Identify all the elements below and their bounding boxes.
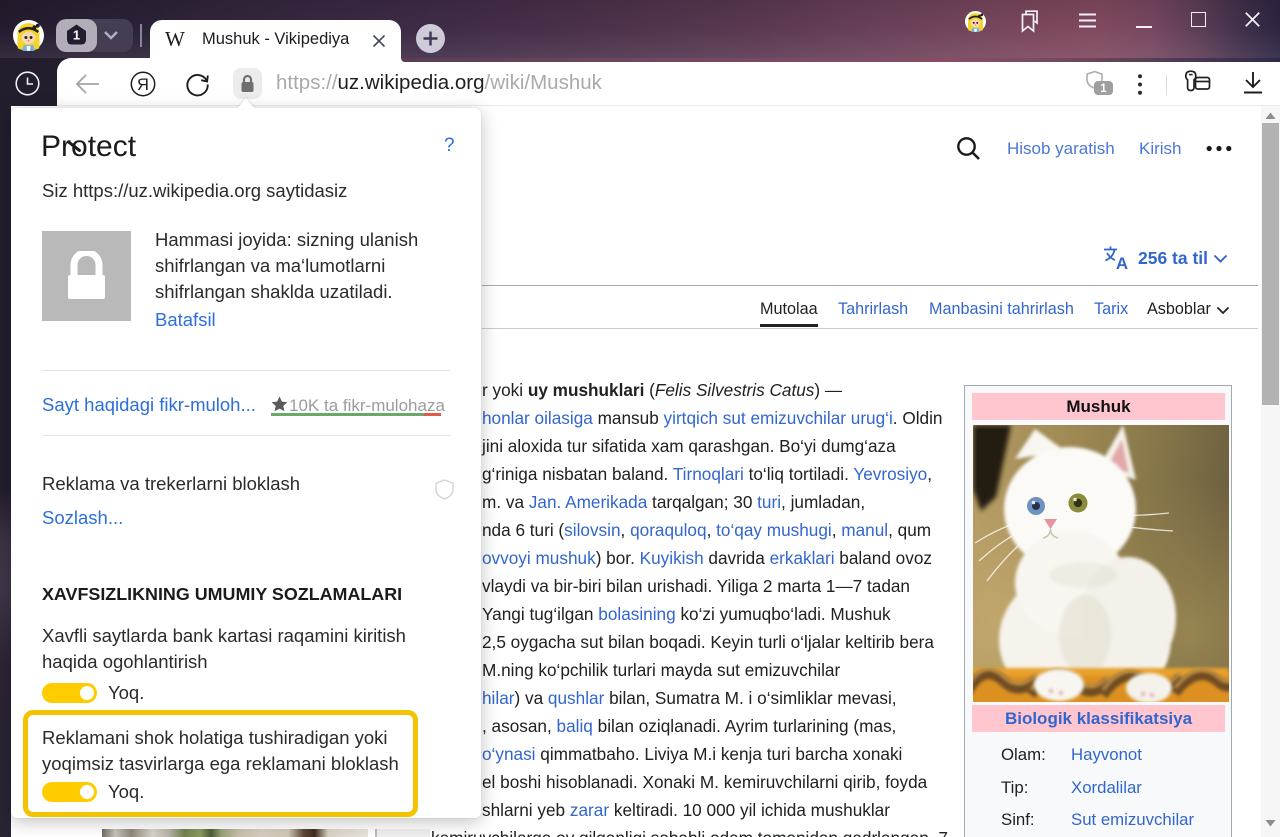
svg-text:A: A xyxy=(1116,254,1128,270)
svg-text:Я: Я xyxy=(137,76,149,94)
svg-text:1: 1 xyxy=(73,28,80,43)
svg-text:1: 1 xyxy=(1100,83,1107,95)
